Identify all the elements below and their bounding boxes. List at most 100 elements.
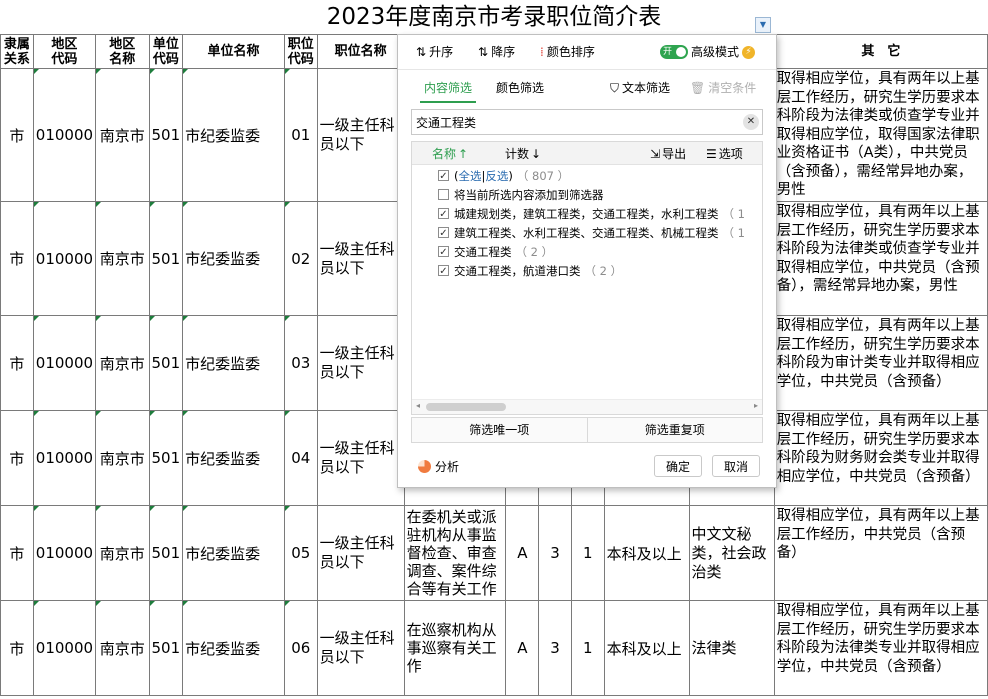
cell-pos-code[interactable]: 05 (283, 505, 318, 601)
checkbox-checked-icon[interactable]: ✓ (438, 208, 449, 220)
checkbox-checked-icon[interactable]: ✓ (438, 170, 449, 182)
checkbox-checked-icon[interactable]: ✓ (438, 265, 449, 277)
checkbox-checked-icon[interactable]: ✓ (438, 227, 449, 239)
analyze-button[interactable]: 分析 (418, 458, 459, 475)
scrollbar-thumb[interactable] (426, 403, 506, 411)
filter-search-box[interactable]: ✕ (411, 109, 763, 135)
header-cell[interactable]: 单位 代码 (148, 34, 184, 69)
cell-area-code[interactable]: 010000 (32, 315, 97, 411)
export-button[interactable]: ⇲ 导出 (650, 145, 686, 162)
cell-unit-code[interactable]: 501 (148, 505, 184, 601)
cell-edu[interactable]: 本科及以上 (603, 600, 690, 696)
cell-major[interactable]: 中文文秘类，社会政治类 (688, 505, 775, 601)
cell-note[interactable]: 取得相应学位，具有两年以上基层工作经历，研究生学历要求本科阶段为法律类或侦查学专… (773, 68, 988, 202)
cell-unit-name[interactable]: 市纪委监委 (182, 410, 285, 506)
tab-color-filter[interactable]: 颜色筛选 (496, 79, 544, 96)
select-all-item[interactable]: ✓ (全选 | 反选) （ 807 ） (412, 166, 762, 185)
add-to-filter-item[interactable]: 将当前所选内容添加到筛选器 (412, 185, 762, 204)
filter-list-item[interactable]: ✓ 交通工程类，航道港口类（ 2 ） (412, 261, 762, 280)
cell-note[interactable]: 取得相应学位，具有两年以上基层工作经历，研究生学历要求本科阶段为法律类专业并取得… (773, 600, 988, 696)
scroll-right-icon[interactable]: ▸ (754, 401, 758, 410)
header-cell[interactable]: 地区 名称 (95, 34, 150, 69)
header-cell[interactable]: 其 它 (773, 34, 988, 69)
cell-area-code[interactable]: 010000 (32, 201, 97, 316)
filter-list-item[interactable]: ✓ 交通工程类（ 2 ） (412, 242, 762, 261)
horizontal-scrollbar[interactable]: ◂ ▸ (412, 399, 762, 414)
cell-pos-name[interactable]: 一级主任科员以下 (316, 68, 405, 202)
cell-rel[interactable]: 市 (0, 68, 34, 202)
cell-unit-name[interactable]: 市纪委监委 (182, 505, 285, 601)
cell-note[interactable]: 取得相应学位，具有两年以上基层工作经历，研究生学历要求本科阶段为审计类专业并取得… (773, 315, 988, 411)
cell-unit-code[interactable]: 501 (148, 68, 184, 202)
text-filter-button[interactable]: ⛉ 文本筛选 (610, 79, 670, 96)
cell-cat[interactable]: A (505, 600, 540, 696)
cell-pos-code[interactable]: 02 (283, 201, 318, 316)
header-cell[interactable]: 地区 代码 (32, 34, 97, 69)
filter-unique-button[interactable]: 筛选唯一项 (412, 418, 587, 442)
options-button[interactable]: ☰ 选项 (706, 145, 743, 162)
advanced-mode-toggle[interactable]: 开 高级模式 ⚡ (660, 43, 756, 61)
cell-unit-code[interactable]: 501 (148, 201, 184, 316)
cell-pos-name[interactable]: 一级主任科员以下 (316, 505, 405, 601)
checkbox-checked-icon[interactable]: ✓ (438, 246, 449, 258)
tab-content-filter[interactable]: 内容筛选 (419, 79, 477, 103)
cell-area-name[interactable]: 南京市 (95, 68, 150, 202)
cell-area-name[interactable]: 南京市 (95, 410, 150, 506)
cell-pos-code[interactable]: 03 (283, 315, 318, 411)
clear-search-icon[interactable]: ✕ (743, 114, 759, 130)
header-cell[interactable]: 职位名称 (316, 34, 405, 69)
cell-num[interactable]: 3 (538, 600, 572, 696)
cell-duty[interactable]: 在委机关或派驻机构从事监督检查、审查调查、案件综合等有关工作 (403, 505, 507, 601)
filter-list-item[interactable]: ✓ 城建规划类，建筑工程类，交通工程类，水利工程类（ 1 (412, 204, 762, 223)
filter-dropdown-arrow-icon[interactable]: ▼ (755, 17, 771, 33)
cell-rel[interactable]: 市 (0, 410, 34, 506)
cell-area-code[interactable]: 010000 (32, 600, 97, 696)
cell-unit-code[interactable]: 501 (148, 315, 184, 411)
name-column-sort[interactable]: 名称 ↑ (432, 145, 468, 162)
cell-note[interactable]: 取得相应学位，具有两年以上基层工作经历，研究生学历要求本科阶段为法律类或侦查学专… (773, 201, 988, 316)
cell-unit-code[interactable]: 501 (148, 410, 184, 506)
cell-unit-name[interactable]: 市纪委监委 (182, 68, 285, 202)
cell-pos-code[interactable]: 06 (283, 600, 318, 696)
cell-note[interactable]: 取得相应学位，具有两年以上基层工作经历，中共党员（含预备） (773, 505, 988, 601)
toggle-switch[interactable]: 开 (660, 45, 688, 59)
filter-list-item[interactable]: ✓ 建筑工程类、水利工程类、交通工程类、机械工程类（ 1 (412, 223, 762, 242)
cell-unit-name[interactable]: 市纪委监委 (182, 315, 285, 411)
cell-rel[interactable]: 市 (0, 600, 34, 696)
header-cell[interactable]: 隶属 关系 (0, 34, 34, 69)
cell-area-code[interactable]: 010000 (32, 68, 97, 202)
filter-search-input[interactable] (416, 111, 716, 133)
cell-rel[interactable]: 市 (0, 505, 34, 601)
cell-rel[interactable]: 市 (0, 201, 34, 316)
cell-pos-name[interactable]: 一级主任科员以下 (316, 201, 405, 316)
cell-area-code[interactable]: 010000 (32, 505, 97, 601)
cell-recruit[interactable]: 1 (570, 505, 605, 601)
cancel-button[interactable]: 取消 (712, 455, 760, 477)
ok-button[interactable]: 确定 (654, 455, 702, 477)
cell-area-name[interactable]: 南京市 (95, 600, 150, 696)
cell-unit-code[interactable]: 501 (148, 600, 184, 696)
cell-pos-name[interactable]: 一级主任科员以下 (316, 600, 405, 696)
cell-area-name[interactable]: 南京市 (95, 315, 150, 411)
color-sort-button[interactable]: ⁞ 颜色排序 (540, 43, 595, 61)
filter-duplicate-button[interactable]: 筛选重复项 (586, 418, 763, 442)
cell-unit-name[interactable]: 市纪委监委 (182, 600, 285, 696)
cell-recruit[interactable]: 1 (570, 600, 605, 696)
cell-cat[interactable]: A (505, 505, 540, 601)
cell-area-name[interactable]: 南京市 (95, 505, 150, 601)
cell-major[interactable]: 法律类 (688, 600, 775, 696)
cell-pos-code[interactable]: 04 (283, 410, 318, 506)
cell-rel[interactable]: 市 (0, 315, 34, 411)
cell-pos-name[interactable]: 一级主任科员以下 (316, 410, 405, 506)
count-column-sort[interactable]: 计数 ↓ (505, 145, 541, 162)
invert-selection-link[interactable]: 反选 (485, 168, 508, 184)
cell-edu[interactable]: 本科及以上 (603, 505, 690, 601)
header-cell[interactable]: 职位 代码 (283, 34, 318, 69)
cell-area-code[interactable]: 010000 (32, 410, 97, 506)
cell-pos-name[interactable]: 一级主任科员以下 (316, 315, 405, 411)
scroll-left-icon[interactable]: ◂ (416, 401, 420, 410)
clear-conditions-button[interactable]: 🗑 清空条件 (690, 79, 756, 96)
cell-unit-name[interactable]: 市纪委监委 (182, 201, 285, 316)
sort-asc-button[interactable]: ⇅ 升序 (416, 43, 453, 61)
checkbox-unchecked-icon[interactable] (438, 189, 449, 200)
